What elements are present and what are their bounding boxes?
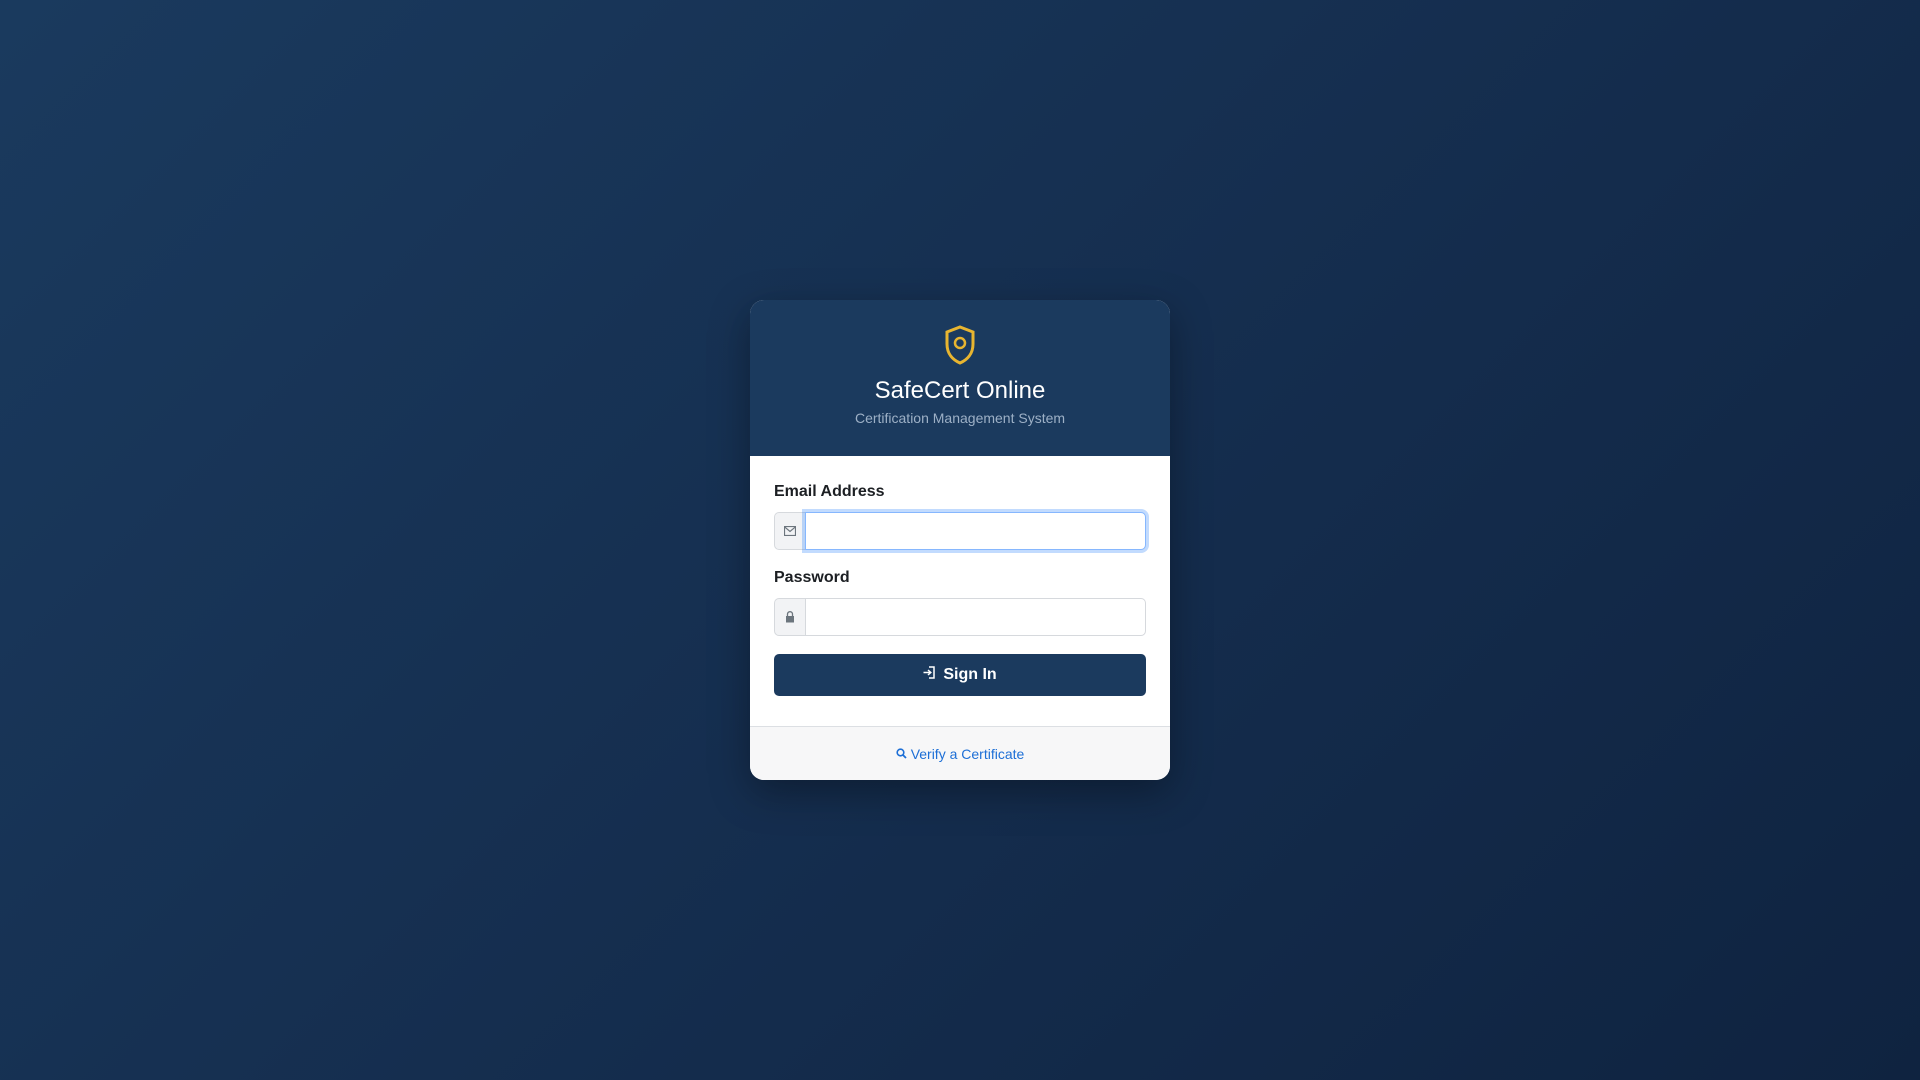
sign-in-icon [923,666,943,684]
login-card-header: SafeCert Online Certification Management… [750,300,1170,456]
login-card: SafeCert Online Certification Management… [750,300,1170,780]
email-input[interactable] [805,512,1146,550]
search-icon [896,746,911,762]
verify-certificate-label: Verify a Certificate [910,745,1025,762]
verify-certificate-link[interactable]: Verify a Certificate [896,745,1025,762]
envelope-icon [774,512,805,550]
app-title: SafeCert Online [874,377,1046,404]
email-input-group [774,512,1146,550]
certificate-icon [943,324,977,366]
login-card-footer: Verify a Certificate [750,726,1170,780]
password-label: Password [774,569,850,586]
sign-in-button[interactable]: Sign In [774,654,1146,696]
login-form: Email Address Password Sign In [750,456,1170,726]
email-label: Email Address [774,483,885,500]
app-subtitle: Certification Management System [854,410,1066,426]
password-input-group [774,598,1146,636]
lock-icon [774,598,805,636]
sign-in-label: Sign In [943,666,997,683]
password-input[interactable] [805,598,1146,636]
